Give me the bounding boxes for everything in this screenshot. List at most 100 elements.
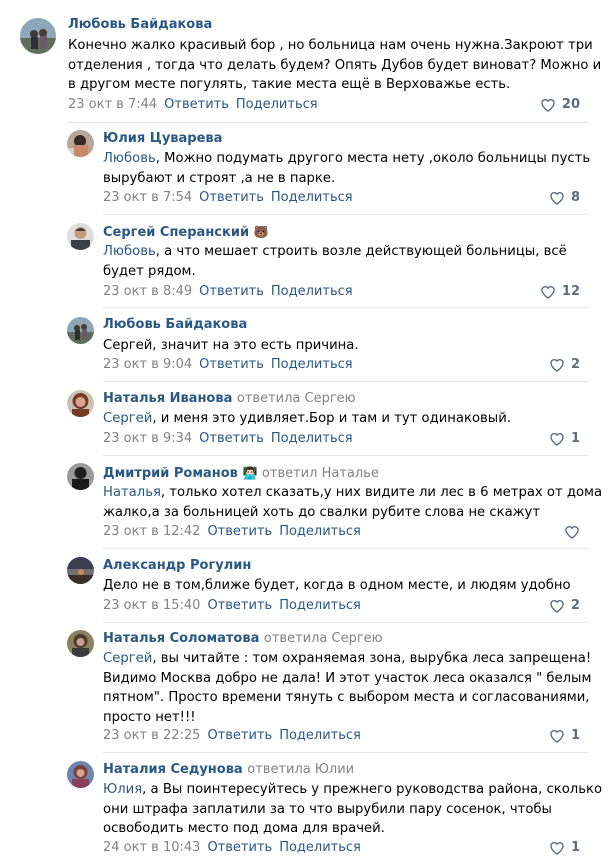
- comment-author[interactable]: Наталья Иванова ответила Сергею: [103, 391, 356, 407]
- divider: [68, 122, 588, 123]
- avatar[interactable]: [67, 630, 94, 657]
- like-button[interactable]: 2: [549, 357, 580, 373]
- comment-date[interactable]: 23 окт в 8:49: [103, 284, 192, 299]
- reply-addressee[interactable]: Любовь: [103, 151, 156, 166]
- heart-icon: [550, 842, 564, 855]
- like-count: 2: [570, 598, 580, 613]
- comment-text: Дело не в том,ближе будет, когда в одном…: [103, 578, 571, 593]
- like-button[interactable]: 8: [549, 190, 580, 206]
- comment-text: Любовь, Можно подумать другого места нет…: [103, 151, 591, 186]
- heart-icon: [565, 526, 579, 539]
- comment-text: Сергей, и меня это удивляет.Бор и там и …: [103, 411, 511, 426]
- share-link[interactable]: Поделиться: [271, 357, 353, 372]
- reply-addressee[interactable]: Наталья: [103, 485, 161, 500]
- avatar[interactable]: [67, 317, 94, 344]
- heart-icon: [550, 730, 564, 743]
- share-link[interactable]: Поделиться: [279, 598, 361, 613]
- share-link[interactable]: Поделиться: [279, 524, 361, 539]
- comment-meta: 23 окт в 8:49 Ответить Поделиться: [103, 284, 353, 300]
- like-count: 1: [570, 728, 580, 743]
- comment-author[interactable]: Любовь Байдакова: [103, 317, 247, 333]
- avatar[interactable]: [67, 130, 94, 157]
- comment-meta: 23 окт в 12:42 Ответить Поделиться: [103, 524, 361, 540]
- comment-date[interactable]: 23 окт в 7:44: [68, 97, 157, 112]
- reply-link[interactable]: Ответить: [199, 357, 264, 372]
- share-link[interactable]: Поделиться: [279, 840, 361, 855]
- avatar[interactable]: [20, 18, 56, 54]
- comment-author[interactable]: Любовь Байдакова: [68, 17, 212, 33]
- divider: [103, 381, 588, 382]
- reply-addressee[interactable]: Сергей: [103, 411, 152, 426]
- like-count: 1: [570, 431, 580, 446]
- reply-link[interactable]: Ответить: [199, 284, 264, 299]
- divider: [103, 548, 588, 549]
- comment-date[interactable]: 23 окт в 15:40: [103, 598, 200, 613]
- reply-link[interactable]: Ответить: [199, 431, 264, 446]
- comment-meta: 23 окт в 15:40 Ответить Поделиться: [103, 598, 361, 614]
- heart-icon: [550, 192, 564, 205]
- like-count: 8: [570, 190, 580, 205]
- replied-to[interactable]: ответила Сергею: [264, 631, 383, 646]
- comment-date[interactable]: 23 окт в 12:42: [103, 524, 200, 539]
- divider: [103, 307, 588, 308]
- reply-addressee[interactable]: Юлия: [103, 782, 142, 797]
- heart-icon: [541, 286, 555, 299]
- like-button[interactable]: 12: [540, 284, 580, 300]
- comment-text: Сергей, значит на это есть причина.: [103, 338, 359, 353]
- status-emoji: 👨🏻‍💻: [242, 466, 258, 480]
- comment-date[interactable]: 24 окт в 10:43: [103, 840, 200, 855]
- heart-icon: [550, 359, 564, 372]
- comment-text: Конечно жалко красивый бор , но больница…: [68, 38, 602, 92]
- avatar[interactable]: [67, 557, 94, 584]
- divider: [103, 455, 588, 456]
- comment-date[interactable]: 23 окт в 7:54: [103, 190, 192, 205]
- reply-addressee[interactable]: Любовь: [103, 244, 156, 259]
- comment-date[interactable]: 23 окт в 9:04: [103, 357, 192, 372]
- comment-meta: 24 окт в 10:43 Ответить Поделиться: [103, 840, 361, 856]
- replied-to[interactable]: ответила Сергею: [237, 391, 356, 406]
- share-link[interactable]: Поделиться: [271, 190, 353, 205]
- comment-text: Юлия, а Вы поинтересуйтесь у прежнего ру…: [103, 782, 603, 836]
- comment-meta: 23 окт в 22:25 Ответить Поделиться: [103, 728, 361, 744]
- like-count: 12: [561, 284, 580, 299]
- reply-link[interactable]: Ответить: [199, 190, 264, 205]
- avatar[interactable]: [67, 761, 94, 788]
- status-emoji: 🐻: [253, 225, 269, 239]
- comment-date[interactable]: 23 окт в 9:34: [103, 431, 192, 446]
- comment-author[interactable]: Александр Рогулин: [103, 558, 251, 574]
- replied-to[interactable]: ответил Наталье: [262, 466, 379, 481]
- comment-author[interactable]: Юлия Цуварева: [103, 131, 222, 147]
- like-button[interactable]: 20: [540, 97, 580, 113]
- reply-link[interactable]: Ответить: [207, 524, 272, 539]
- avatar[interactable]: [67, 223, 94, 250]
- like-button[interactable]: 1: [549, 728, 580, 744]
- comment-author[interactable]: Дмитрий Романов 👨🏻‍💻 ответил Наталье: [103, 465, 379, 482]
- comment-text: Наталья, только хотел сказать,у них види…: [103, 485, 603, 520]
- replied-to[interactable]: ответила Юлии: [247, 762, 354, 777]
- avatar[interactable]: [67, 463, 94, 490]
- share-link[interactable]: Поделиться: [271, 284, 353, 299]
- share-link[interactable]: Поделиться: [236, 97, 318, 112]
- reply-link[interactable]: Ответить: [207, 728, 272, 743]
- like-count: 2: [570, 357, 580, 372]
- comment-text: Любовь, а что мешает строить возле дейст…: [103, 244, 567, 279]
- divider: [103, 752, 588, 753]
- comment-author[interactable]: Наталия Седунова ответила Юлии: [103, 762, 354, 778]
- share-link[interactable]: Поделиться: [279, 728, 361, 743]
- reply-link[interactable]: Ответить: [207, 598, 272, 613]
- comment-meta: 23 окт в 9:04 Ответить Поделиться: [103, 357, 353, 373]
- comment-author[interactable]: Наталья Соломатова ответила Сергею: [103, 631, 383, 647]
- like-button[interactable]: 1: [549, 431, 580, 447]
- avatar[interactable]: [67, 390, 94, 417]
- comment-author[interactable]: Сергей Сперанский 🐻: [103, 224, 269, 241]
- like-button[interactable]: [564, 524, 580, 540]
- comment-meta: 23 окт в 7:54 Ответить Поделиться: [103, 190, 353, 206]
- share-link[interactable]: Поделиться: [271, 431, 353, 446]
- reply-addressee[interactable]: Сергей: [103, 651, 152, 666]
- reply-link[interactable]: Ответить: [164, 97, 229, 112]
- like-button[interactable]: 1: [549, 840, 580, 856]
- reply-link[interactable]: Ответить: [207, 840, 272, 855]
- like-count: 1: [570, 840, 580, 855]
- like-button[interactable]: 2: [549, 598, 580, 614]
- comment-date[interactable]: 23 окт в 22:25: [103, 728, 200, 743]
